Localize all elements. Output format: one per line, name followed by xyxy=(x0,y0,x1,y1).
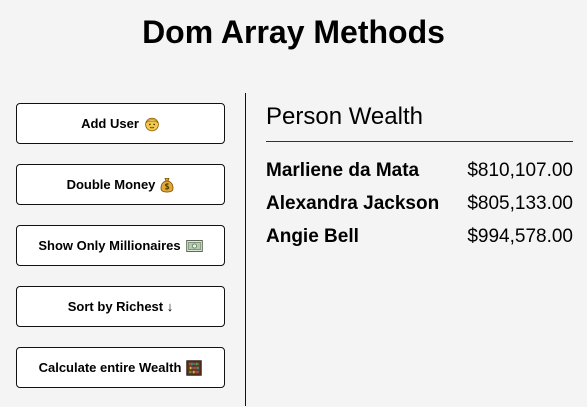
person-name: Marliene da Mata xyxy=(266,160,420,181)
person-name: Alexandra Jackson xyxy=(266,193,440,214)
double-money-button[interactable]: Double Money xyxy=(16,164,225,205)
double-money-label: Double Money xyxy=(66,177,156,192)
add-user-label: Add User xyxy=(81,116,139,131)
abacus-icon xyxy=(186,359,203,376)
person-money: $805,133.00 xyxy=(467,193,573,214)
vertical-divider xyxy=(245,93,246,406)
show-millionaires-label: Show Only Millionaires xyxy=(38,238,181,253)
person-row: Angie Bell $994,578.00 xyxy=(266,226,573,259)
person-name: Angie Bell xyxy=(266,226,359,247)
wealth-panel: Person Wealth Marliene da Mata $810,107.… xyxy=(266,103,573,259)
calculate-wealth-button[interactable]: Calculate entire Wealth xyxy=(16,347,225,388)
wealth-heading: Person Wealth xyxy=(266,103,573,142)
calculate-wealth-label: Calculate entire Wealth xyxy=(38,360,182,375)
cash-bill-icon xyxy=(185,239,203,253)
person-row: Marliene da Mata $810,107.00 xyxy=(266,160,573,193)
person-list: Marliene da Mata $810,107.00 Alexandra J… xyxy=(266,160,573,259)
person-row: Alexandra Jackson $805,133.00 xyxy=(266,193,573,226)
add-user-button[interactable]: Add User xyxy=(16,103,225,144)
person-money: $810,107.00 xyxy=(467,160,573,181)
show-millionaires-button[interactable]: Show Only Millionaires xyxy=(16,225,225,266)
sort-by-richest-label: Sort by Richest ↓ xyxy=(67,299,174,314)
action-sidebar: Add User Double Money Show Only Milliona… xyxy=(16,103,225,407)
page-title: Dom Array Methods xyxy=(142,14,445,50)
person-money: $994,578.00 xyxy=(467,226,573,247)
sort-by-richest-button[interactable]: Sort by Richest ↓ xyxy=(16,286,225,327)
person-face-icon xyxy=(144,116,160,132)
money-bag-icon xyxy=(160,177,174,193)
